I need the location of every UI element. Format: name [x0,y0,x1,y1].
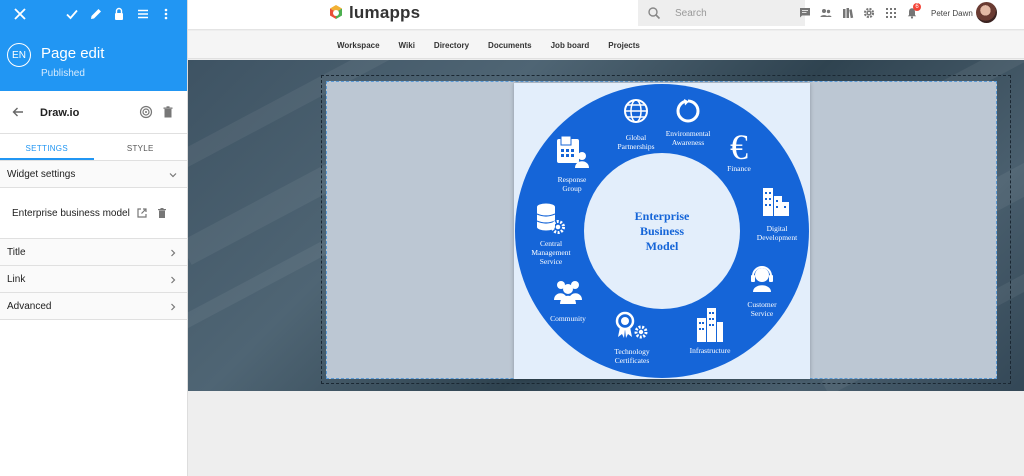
panel-tabs: SETTINGS STYLE [0,134,187,161]
notification-badge: 6 [913,3,921,11]
segment-label: Service [540,257,563,266]
page-body [188,391,1024,476]
segment-label: Environmental [666,129,711,138]
check-icon[interactable] [63,5,81,23]
nav-item-job-board[interactable]: Job board [551,41,590,50]
user-avatar[interactable] [976,2,997,23]
svg-text:€: € [730,127,748,167]
segment-label: Certificates [615,356,650,365]
top-bar: lumapps 6 Peter Dawn [188,0,1024,30]
segment-label: Infrastructure [690,346,731,355]
segment-label: Finance [727,164,751,173]
hero-section: Enterprise Business Model Global Partner… [188,60,1024,391]
lumapps-logo-icon [330,5,342,19]
lock-icon[interactable] [110,5,128,23]
segment-label: Awareness [672,138,704,147]
segment-label: Partnerships [617,142,654,151]
nav-item-directory[interactable]: Directory [434,41,469,50]
drawio-widget[interactable]: Enterprise Business Model Global Partner… [326,81,997,379]
pencil-icon[interactable] [87,5,105,23]
target-icon[interactable] [139,105,153,119]
tab-settings[interactable]: SETTINGS [0,134,94,160]
lumapps-logo[interactable]: lumapps [326,3,420,23]
center-title-line: Model [646,239,679,253]
settings-icon[interactable] [863,7,875,19]
diagram-name: Enterprise business model [12,208,130,219]
nav-item-projects[interactable]: Projects [608,41,640,50]
widget-name: Draw.io [40,107,80,119]
tab-style[interactable]: STYLE [94,134,188,160]
user-name[interactable]: Peter Dawn [931,9,973,18]
link-section[interactable]: Link [0,266,187,293]
trash-icon[interactable] [161,105,175,119]
chevron-right-icon [168,275,178,285]
enterprise-business-model-diagram: Enterprise Business Model Global Partner… [514,83,810,379]
widget-row: Draw.io [0,91,187,134]
search-bar[interactable] [638,0,805,26]
publish-status: Published [41,68,85,79]
page-edit-panel: EN Page edit Published Draw.io SETTINGS … [0,0,188,476]
nav-item-documents[interactable]: Documents [488,41,532,50]
segment-label: Response [558,175,587,184]
people-icon[interactable] [820,7,832,19]
chevron-down-icon [168,170,178,180]
main-navigation: Workspace Wiki Directory Documents Job b… [188,31,1024,59]
center-title-line: Enterprise [635,209,690,223]
panel-title: Page edit [41,45,105,62]
search-input[interactable] [675,7,795,19]
widget-settings-content: Enterprise business model [0,188,187,239]
segment-label: Global [626,133,646,142]
nav-item-wiki[interactable]: Wiki [399,41,415,50]
library-icon[interactable] [842,7,854,19]
trash-icon[interactable] [156,207,168,219]
open-external-icon[interactable] [136,207,148,219]
euro-icon: € [730,127,748,167]
language-avatar[interactable]: EN [7,43,31,67]
widget-settings-section[interactable]: Widget settings [0,161,187,188]
panel-header: EN Page edit Published [0,0,187,91]
logo-text: lumapps [349,3,421,22]
advanced-section[interactable]: Advanced [0,293,187,320]
chevron-right-icon [168,302,178,312]
segment-label: Digital [767,224,788,233]
panel-toolbar [0,0,187,28]
segment-label: Group [562,184,581,193]
section-label: Advanced [7,301,52,312]
back-arrow-icon[interactable] [11,105,25,119]
chat-icon[interactable] [799,7,811,19]
segment-label: Service [751,309,774,318]
apps-icon[interactable] [885,7,897,19]
segment-label: Central [540,239,562,248]
title-section[interactable]: Title [0,239,187,266]
close-icon[interactable] [11,5,29,23]
menu-icon[interactable] [134,5,152,23]
nav-item-workspace[interactable]: Workspace [337,41,380,50]
segment-label: Development [757,233,798,242]
section-label: Link [7,274,26,285]
segment-label: Customer [747,300,777,309]
section-label: Widget settings [7,169,76,180]
section-label: Title [7,247,26,258]
search-icon [647,6,661,20]
segment-label: Management [531,248,571,257]
segment-label: Technology [614,347,650,356]
chevron-right-icon [168,248,178,258]
more-vert-icon[interactable] [157,5,175,23]
segment-label: Community [550,314,586,323]
center-title-line: Business [640,224,684,238]
